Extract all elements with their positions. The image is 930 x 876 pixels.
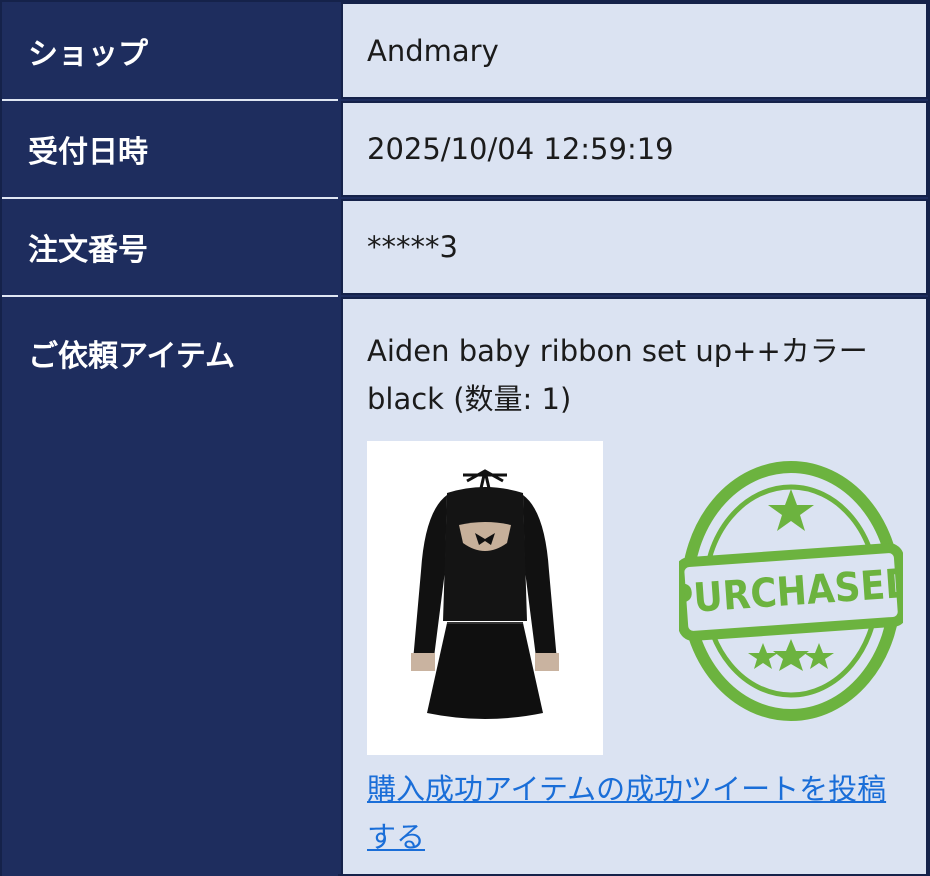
star-icon: [773, 639, 809, 671]
product-image: [367, 441, 603, 755]
black-dress-icon: [411, 469, 559, 719]
purchased-stamp: PURCHASED: [679, 457, 903, 725]
shop-label: ショップ: [2, 2, 338, 99]
star-icon: [768, 489, 814, 531]
order-number-value: *****3: [341, 199, 928, 295]
received-date-value: 2025/10/04 12:59:19: [341, 101, 928, 197]
post-success-tweet-link[interactable]: 購入成功アイテムの成功ツイートを投稿する: [367, 765, 897, 861]
order-number-label: 注文番号: [2, 199, 338, 295]
item-media: PURCHASED: [367, 441, 903, 759]
requested-item-cell: Aiden baby ribbon set up++カラーblack (数量: …: [341, 297, 928, 876]
row-received-date: 受付日時 2025/10/04 12:59:19: [2, 99, 928, 197]
star-icon: [804, 643, 834, 669]
star-icon: [748, 643, 778, 669]
order-details-table: ショップ Andmary 受付日時 2025/10/04 12:59:19 注文…: [0, 0, 930, 876]
shop-value: Andmary: [341, 2, 928, 99]
row-requested-item: ご依頼アイテム Aiden baby ribbon set up++カラーbla…: [2, 295, 928, 876]
requested-item-label: ご依頼アイテム: [2, 297, 338, 876]
item-description: Aiden baby ribbon set up++カラーblack (数量: …: [367, 334, 868, 416]
row-shop: ショップ Andmary: [2, 2, 928, 99]
row-order-number: 注文番号 *****3: [2, 197, 928, 295]
received-date-label: 受付日時: [2, 101, 338, 197]
